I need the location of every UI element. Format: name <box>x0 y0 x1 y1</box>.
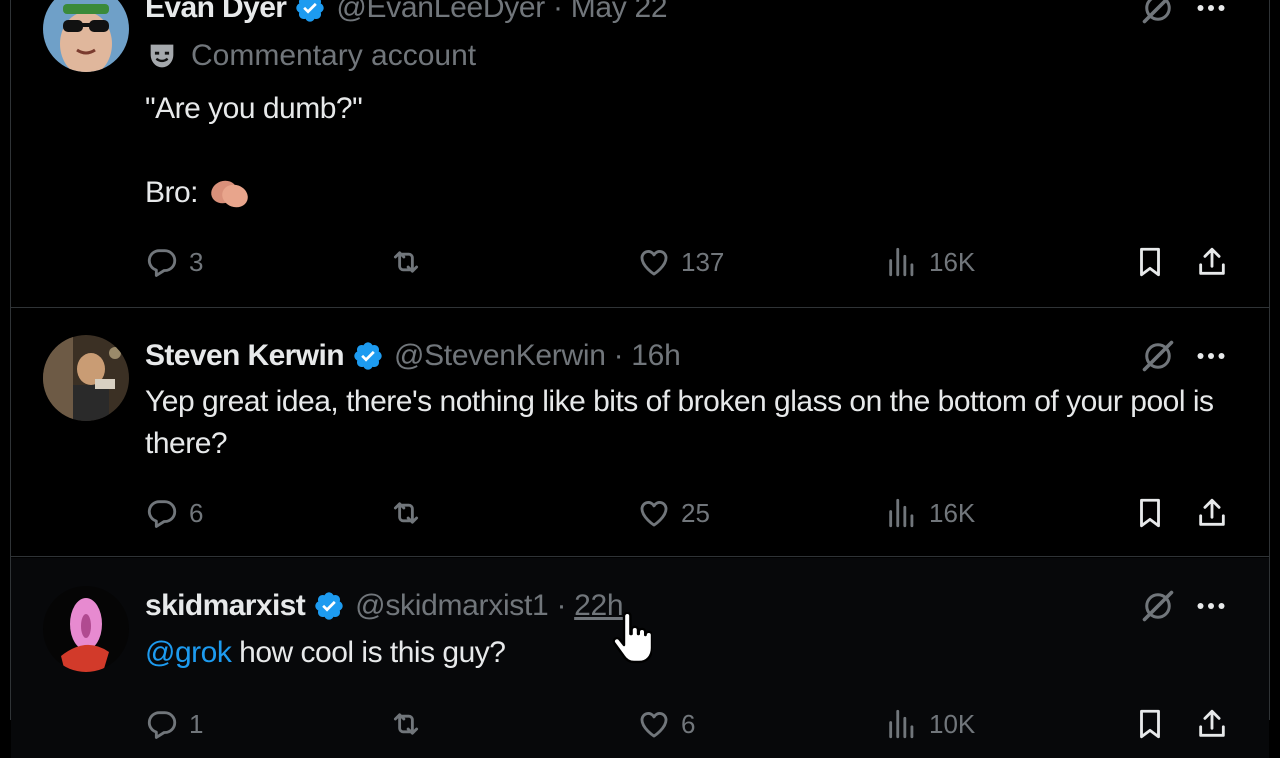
display-name[interactable]: skidmarxist <box>145 589 306 623</box>
view-count: 10K <box>929 708 976 739</box>
tweet-steven-kerwin[interactable]: Steven Kerwin @StevenKerwin · 16h Yep gr… <box>11 308 1269 557</box>
like-button[interactable]: 137 <box>637 242 724 282</box>
share-button[interactable] <box>1195 704 1229 744</box>
user-handle[interactable]: @StevenKerwin <box>394 339 606 373</box>
commentary-label: Commentary account <box>145 36 476 76</box>
reply-button[interactable]: 3 <box>145 242 203 282</box>
bookmark-icon <box>1133 707 1167 741</box>
avatar[interactable] <box>43 335 129 421</box>
tweet-text-part: Bro: <box>145 176 199 209</box>
timeline-border-right <box>1269 0 1270 720</box>
grok-icon[interactable] <box>1140 588 1176 624</box>
reply-count: 6 <box>189 497 204 528</box>
commentary-mask-icon <box>150 44 174 68</box>
views-icon <box>885 707 919 741</box>
pointer-cursor-icon <box>612 612 652 664</box>
separator-dot: · <box>613 339 624 372</box>
grok-icon[interactable] <box>1140 0 1176 26</box>
like-count: 137 <box>681 246 725 277</box>
like-icon <box>637 496 671 530</box>
reply-icon <box>145 245 179 279</box>
mention-link[interactable]: @grok <box>145 636 232 669</box>
separator-dot: · <box>553 0 563 24</box>
more-icon[interactable] <box>1193 588 1229 624</box>
more-icon[interactable] <box>1193 0 1229 26</box>
more-icon[interactable] <box>1193 338 1229 374</box>
share-button[interactable] <box>1195 493 1229 533</box>
user-handle[interactable]: @EvanLeeDyer <box>336 0 545 25</box>
retweet-button[interactable] <box>389 704 423 744</box>
like-count: 6 <box>681 708 696 739</box>
retweet-icon <box>389 245 423 279</box>
like-icon <box>637 245 671 279</box>
share-icon <box>1195 245 1229 279</box>
like-button[interactable]: 25 <box>637 493 710 533</box>
tweet-text: "Are you dumb?" <box>145 92 363 125</box>
like-count: 25 <box>681 497 710 528</box>
grok-icon[interactable] <box>1140 338 1176 374</box>
tweet-actions: 1 6 10K <box>145 704 1259 744</box>
avatar[interactable] <box>43 586 129 672</box>
tweet-text-part: how cool is this guy? <box>231 636 506 669</box>
avatar[interactable] <box>43 0 129 72</box>
separator-dot: · <box>556 589 567 622</box>
tweet-header: Evan Dyer @EvanLeeDyer · May 22 <box>145 0 668 26</box>
bookmark-button[interactable] <box>1133 704 1167 744</box>
tweet-text-line-2: Bro: <box>145 172 252 214</box>
reply-icon <box>145 707 179 741</box>
retweet-icon <box>389 496 423 530</box>
share-icon <box>1195 707 1229 741</box>
views-icon <box>885 496 919 530</box>
bookmark-icon <box>1133 496 1167 530</box>
reply-button[interactable]: 1 <box>145 704 203 744</box>
beans-emoji-icon <box>211 180 248 208</box>
share-button[interactable] <box>1195 242 1229 282</box>
display-name[interactable]: Evan Dyer <box>145 0 287 25</box>
bookmark-button[interactable] <box>1133 242 1167 282</box>
tweet-text: Yep great idea, there's nothing like bit… <box>145 385 1214 460</box>
like-icon <box>637 707 671 741</box>
reply-count: 3 <box>189 246 204 277</box>
timestamp[interactable]: May 22 <box>571 0 668 25</box>
like-button[interactable]: 6 <box>637 704 695 744</box>
retweet-button[interactable] <box>389 493 423 533</box>
verified-badge-icon[interactable] <box>294 0 326 24</box>
views-button[interactable]: 10K <box>885 704 975 744</box>
verified-badge-icon[interactable] <box>352 340 384 372</box>
tweet-header: skidmarxist @skidmarxist1 · 22h <box>145 588 624 624</box>
tweet-actions: 3 137 16K <box>145 242 1259 282</box>
tweet-header: Steven Kerwin @StevenKerwin · 16h <box>145 338 681 374</box>
bookmark-icon <box>1133 245 1167 279</box>
tweet-text: @grok how cool is this guy? <box>145 632 506 674</box>
reply-button[interactable]: 6 <box>145 493 203 533</box>
share-icon <box>1195 496 1229 530</box>
verified-badge-icon[interactable] <box>313 590 345 622</box>
user-handle[interactable]: @skidmarxist1 <box>355 589 549 623</box>
bookmark-button[interactable] <box>1133 493 1167 533</box>
commentary-label-text: Commentary account <box>191 39 477 72</box>
reply-count: 1 <box>189 708 204 739</box>
display-name[interactable]: Steven Kerwin <box>145 339 345 373</box>
view-count: 16K <box>929 497 976 528</box>
tweet-actions: 6 25 16K <box>145 493 1259 533</box>
reply-icon <box>145 496 179 530</box>
view-count: 16K <box>929 246 976 277</box>
timestamp[interactable]: 16h <box>631 339 680 373</box>
retweet-button[interactable] <box>389 242 423 282</box>
retweet-icon <box>389 707 423 741</box>
tweet-evan-dyer[interactable]: Evan Dyer @EvanLeeDyer · May 22 Commenta… <box>11 0 1269 308</box>
views-button[interactable]: 16K <box>885 242 975 282</box>
views-icon <box>885 245 919 279</box>
views-button[interactable]: 16K <box>885 493 975 533</box>
